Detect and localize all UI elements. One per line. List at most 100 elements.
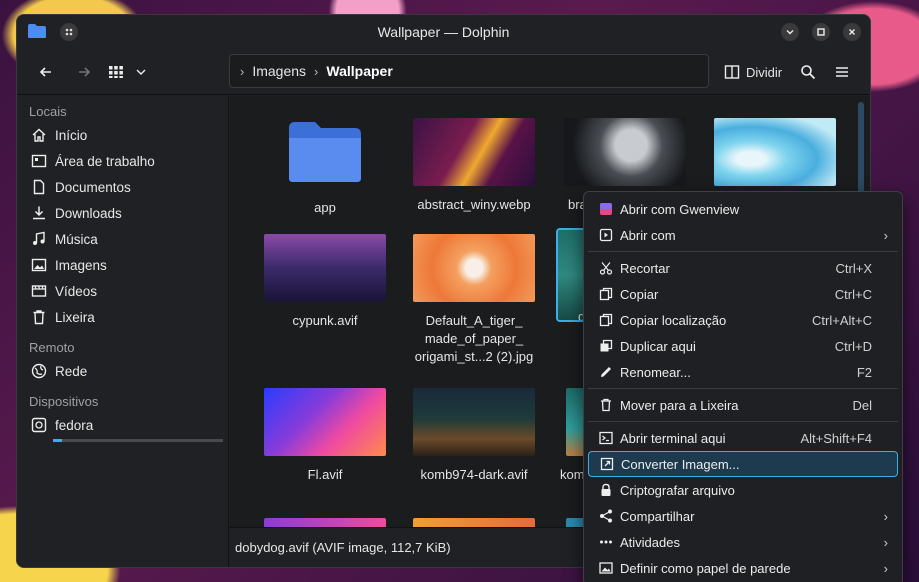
- menu-item-encrypt[interactable]: Criptografar arquivo: [588, 477, 898, 503]
- drive-icon: [31, 417, 47, 433]
- music-icon: [33, 231, 45, 245]
- sidebar-item-downloads[interactable]: Downloads: [17, 200, 228, 226]
- sidebar-item-label: Documentos: [55, 179, 131, 195]
- menu-item-cut[interactable]: Recortar Ctrl+X: [588, 255, 898, 281]
- title-bar[interactable]: Wallpaper — Dolphin: [17, 15, 870, 49]
- sidebar-item-fedora[interactable]: fedora: [17, 412, 228, 438]
- back-button[interactable]: [31, 57, 61, 87]
- thumbnail: [264, 388, 386, 456]
- menu-item-share[interactable]: Compartilhar ›: [588, 503, 898, 529]
- view-mode-button[interactable]: [103, 57, 129, 87]
- maximize-button[interactable]: [812, 23, 830, 41]
- sidebar-item-imagens[interactable]: Imagens: [17, 252, 228, 278]
- menu-item-shortcut: Ctrl+C: [834, 286, 872, 302]
- menu-item-shortcut: Ctrl+Alt+C: [812, 312, 872, 328]
- thumbnail: [413, 388, 535, 456]
- menu-item-label: Converter Imagem...: [621, 456, 740, 472]
- menu-item-shortcut: F2: [856, 364, 872, 380]
- disk-usage-fill: [53, 439, 62, 442]
- file-item[interactable]: komb974-dark.avif: [399, 388, 549, 484]
- thumbnail: [264, 518, 386, 527]
- sidebar-item-lixeira[interactable]: Lixeira: [17, 304, 228, 330]
- menu-item-set-wallpaper[interactable]: Definir como papel de parede ›: [588, 555, 898, 581]
- chevron-right-icon: ›: [883, 227, 888, 243]
- menu-item-label: Abrir terminal aqui: [620, 430, 726, 446]
- file-name: app: [314, 200, 336, 215]
- file-name: Fl.avif: [307, 467, 343, 482]
- sidebar-item-videos[interactable]: Vídeos: [17, 278, 228, 304]
- activities-icon: [598, 534, 614, 550]
- sidebar-item-desktop[interactable]: Área de trabalho: [17, 148, 228, 174]
- gwenview-icon: [598, 201, 614, 217]
- menu-item-open-with[interactable]: Abrir com ›: [588, 222, 898, 248]
- sidebar-item-documentos[interactable]: Documentos: [17, 174, 228, 200]
- view-mode-dropdown[interactable]: [131, 57, 151, 87]
- sidebar-item-label: Área de trabalho: [55, 153, 155, 169]
- file-item[interactable]: [700, 118, 850, 186]
- menu-item-label: Copiar localização: [620, 312, 727, 328]
- scrollbar[interactable]: [858, 102, 864, 202]
- menu-item-rename[interactable]: Renomear... F2: [588, 359, 898, 385]
- file-item[interactable]: abstract_winy.webp: [399, 118, 549, 214]
- chevron-down-icon: [136, 69, 146, 75]
- file-item[interactable]: [250, 518, 400, 527]
- file-item[interactable]: [399, 518, 549, 527]
- file-name: komb974-dark.avif: [420, 467, 528, 482]
- copy-location-icon: [598, 312, 614, 328]
- menu-separator: [588, 421, 898, 422]
- sidebar-item-rede[interactable]: Rede: [17, 358, 228, 384]
- menu-item-duplicate[interactable]: Duplicar aqui Ctrl+D: [588, 333, 898, 359]
- menu-item-label: Criptografar arquivo: [620, 482, 735, 498]
- menu-item-shortcut: Ctrl+D: [834, 338, 872, 354]
- chevron-down-icon: [786, 30, 794, 35]
- breadcrumb-current[interactable]: Wallpaper: [326, 63, 392, 79]
- toolbar: › Imagens › Wallpaper Dividir: [17, 49, 870, 95]
- file-item[interactable]: app: [250, 118, 400, 217]
- search-button[interactable]: [793, 57, 823, 87]
- menu-item-convert-image[interactable]: Converter Imagem...: [588, 451, 898, 477]
- menu-item-label: Copiar: [620, 286, 659, 302]
- lock-icon: [598, 482, 614, 498]
- forward-button[interactable]: [69, 57, 99, 87]
- sidebar-item-label: Música: [55, 231, 98, 247]
- menu-item-move-to-trash[interactable]: Mover para a Lixeira Del: [588, 392, 898, 418]
- menu-item-label: Abrir com: [620, 227, 676, 243]
- sidebar-item-musica[interactable]: Música: [17, 226, 228, 252]
- thumbnail: [264, 234, 386, 302]
- thumbnail: [413, 118, 535, 186]
- menu-item-label: Compartilhar: [620, 508, 695, 524]
- duplicate-icon: [598, 338, 614, 354]
- home-icon: [32, 128, 46, 142]
- menu-item-open-gwenview[interactable]: Abrir com Gwenview: [588, 196, 898, 222]
- menu-item-copy-location[interactable]: Copiar localização Ctrl+Alt+C: [588, 307, 898, 333]
- thumbnail: [413, 518, 535, 527]
- file-item[interactable]: cypunk.avif: [250, 234, 400, 330]
- open-with-icon: [598, 227, 614, 243]
- file-item[interactable]: Default_A_tiger_ made_of_paper_ origami_…: [399, 234, 549, 366]
- hamburger-menu-button[interactable]: [827, 57, 857, 87]
- menu-item-copy[interactable]: Copiar Ctrl+C: [588, 281, 898, 307]
- folder-icon: [289, 122, 361, 182]
- close-button[interactable]: [843, 23, 861, 41]
- breadcrumb[interactable]: › Imagens › Wallpaper: [229, 54, 709, 88]
- minimize-button[interactable]: [781, 23, 799, 41]
- file-name: abstract_winy.webp: [417, 197, 531, 212]
- menu-item-open-terminal[interactable]: Abrir terminal aqui Alt+Shift+F4: [588, 425, 898, 451]
- breadcrumb-parent[interactable]: Imagens: [252, 63, 306, 79]
- cut-icon: [598, 260, 614, 276]
- split-view-icon: [724, 65, 740, 79]
- terminal-icon: [598, 430, 614, 446]
- sidebar-item-label: fedora: [55, 417, 94, 433]
- menu-item-activities[interactable]: Atividades ›: [588, 529, 898, 555]
- close-icon: [849, 29, 855, 35]
- menu-item-label: Definir como papel de parede: [620, 560, 791, 576]
- convert-icon: [599, 456, 615, 472]
- split-button[interactable]: Dividir: [717, 57, 789, 87]
- video-icon: [31, 285, 47, 297]
- sidebar-item-inicio[interactable]: Início: [17, 122, 228, 148]
- sidebar-heading-locais: Locais: [29, 103, 67, 119]
- image-icon: [31, 258, 47, 272]
- sidebar-heading-dispositivos: Dispositivos: [29, 393, 99, 409]
- file-item[interactable]: Fl.avif: [250, 388, 400, 484]
- maximize-icon: [817, 28, 825, 36]
